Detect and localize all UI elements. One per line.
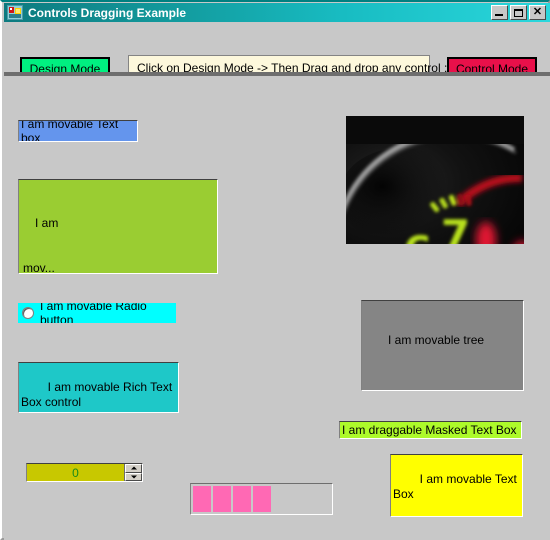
numeric-updown-value[interactable]: 0 bbox=[27, 464, 124, 481]
toolbar: Design Mode Click on Design Mode -> Then… bbox=[4, 22, 550, 72]
movable-textbox-green[interactable]: I am mov... bbox=[18, 179, 218, 274]
app-icon bbox=[7, 5, 23, 20]
design-canvas[interactable]: I am movable Text box I am mov... I am m… bbox=[4, 76, 550, 540]
speedometer-image: 6 7 bbox=[346, 144, 524, 244]
movable-textbox-yellow[interactable]: I am movable Text Box bbox=[390, 454, 523, 517]
movable-treeview[interactable]: I am movable tree bbox=[361, 300, 524, 391]
textbox-green-line2: mov... bbox=[23, 261, 217, 274]
movable-radio-button[interactable]: I am movable Radio button bbox=[18, 303, 176, 323]
radio-circle-icon[interactable] bbox=[22, 307, 34, 319]
textbox-blue-value: I am movable Text box bbox=[21, 120, 137, 142]
movable-picturebox[interactable]: 6 7 bbox=[346, 116, 524, 244]
progress-block bbox=[213, 486, 231, 512]
gauge-number-7: 7 bbox=[441, 211, 470, 244]
movable-progressbar[interactable] bbox=[190, 483, 333, 515]
minimize-icon[interactable] bbox=[491, 5, 508, 20]
close-glyph: ✕ bbox=[533, 7, 542, 18]
window-title: Controls Dragging Example bbox=[28, 6, 186, 20]
movable-richtextbox[interactable]: I am movable Rich Text Box control bbox=[18, 362, 179, 413]
window-controls: ✕ bbox=[491, 5, 546, 20]
close-icon[interactable]: ✕ bbox=[529, 5, 546, 20]
maximize-icon[interactable] bbox=[510, 5, 527, 20]
numeric-updown-spinner bbox=[124, 464, 142, 481]
treeview-node[interactable]: I am movable tree bbox=[362, 333, 523, 347]
spinner-up-icon[interactable] bbox=[125, 464, 142, 473]
textbox-green-line1: I am bbox=[23, 216, 217, 231]
movable-textbox-blue[interactable]: I am movable Text box bbox=[18, 120, 138, 142]
title-bar[interactable]: Controls Dragging Example ✕ bbox=[4, 3, 550, 22]
gauge-number-6: 6 bbox=[403, 227, 432, 244]
textbox-yellow-value: I am movable Text Box bbox=[393, 472, 520, 501]
progress-block bbox=[233, 486, 251, 512]
spinner-down-icon[interactable] bbox=[125, 473, 142, 482]
movable-numeric-updown[interactable]: 0 bbox=[26, 463, 143, 482]
movable-maskedtextbox[interactable]: I am draggable Masked Text Box bbox=[339, 421, 522, 439]
window-frame: Controls Dragging Example ✕ Design Mode … bbox=[0, 0, 550, 540]
progress-block bbox=[253, 486, 271, 512]
radio-button-label: I am movable Radio button bbox=[40, 303, 176, 323]
richtextbox-value: I am movable Rich Text Box control bbox=[21, 380, 176, 409]
progress-block bbox=[193, 486, 211, 512]
application-window: Controls Dragging Example ✕ Design Mode … bbox=[0, 0, 550, 540]
maskedtextbox-value: I am draggable Masked Text Box bbox=[342, 423, 517, 437]
